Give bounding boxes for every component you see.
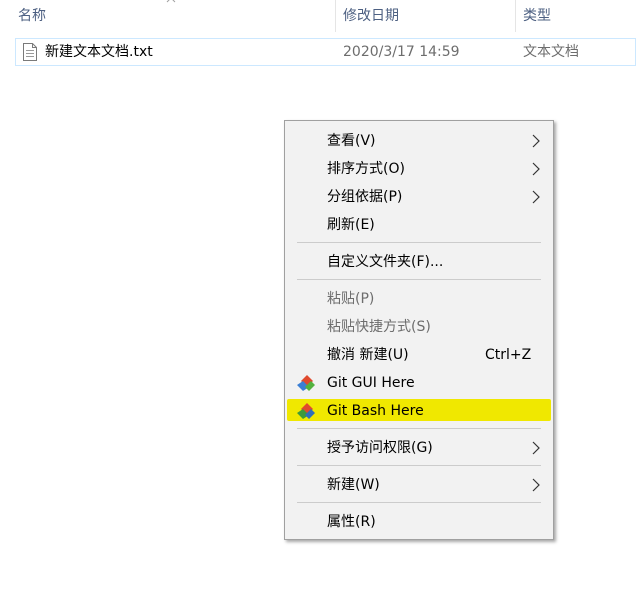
menu-item-properties[interactable]: 属性(R) [285, 508, 553, 536]
menu-separator [297, 279, 541, 280]
menu-item-label: 属性(R) [327, 514, 376, 530]
menu-item-label: Git Bash Here [327, 403, 424, 419]
menu-item-group-by[interactable]: 分组依据(P) [285, 183, 553, 211]
submenu-arrow-icon [532, 190, 540, 204]
menu-separator [297, 242, 541, 243]
menu-item-label: 新建(W) [327, 477, 380, 493]
file-type: 文本文档 [523, 44, 579, 60]
git-bash-icon [297, 403, 315, 419]
menu-item-label: 分组依据(P) [327, 189, 403, 205]
menu-item-label: 查看(V) [327, 133, 376, 149]
menu-separator [297, 502, 541, 503]
menu-item-label: 授予访问权限(G) [327, 440, 433, 456]
menu-item-paste-shortcut[interactable]: 粘贴快捷方式(S) [285, 313, 553, 341]
sort-ascending-icon [166, 0, 176, 3]
menu-item-git-gui-here[interactable]: Git GUI Here [285, 369, 553, 397]
column-divider[interactable] [515, 0, 516, 32]
text-document-icon [23, 43, 37, 61]
menu-item-label: 排序方式(O) [327, 161, 405, 177]
column-divider[interactable] [335, 0, 336, 32]
menu-item-undo-new[interactable]: 撤消 新建(U) Ctrl+Z [285, 341, 553, 369]
git-gui-icon [297, 375, 315, 391]
column-name-header[interactable]: 名称 [18, 0, 46, 32]
submenu-arrow-icon [532, 134, 540, 148]
file-name: 新建文本文档.txt [45, 44, 153, 60]
column-header: 名称 修改日期 类型 [0, 0, 636, 32]
submenu-arrow-icon [532, 441, 540, 455]
menu-item-sort-by[interactable]: 排序方式(O) [285, 155, 553, 183]
menu-item-shortcut: Ctrl+Z [485, 347, 532, 363]
menu-item-new[interactable]: 新建(W) [285, 471, 553, 499]
menu-item-view[interactable]: 查看(V) [285, 127, 553, 155]
menu-item-label: 粘贴(P) [327, 291, 375, 307]
menu-item-git-bash-here[interactable]: Git Bash Here [285, 397, 553, 425]
context-menu: 查看(V) 排序方式(O) 分组依据(P) 刷新(E) 自定义文件夹(F)...… [284, 120, 554, 540]
menu-item-paste[interactable]: 粘贴(P) [285, 285, 553, 313]
menu-item-customize-folder[interactable]: 自定义文件夹(F)... [285, 248, 553, 276]
menu-item-label: 撤消 新建(U) [327, 347, 409, 363]
submenu-arrow-icon [532, 162, 540, 176]
file-row[interactable]: 新建文本文档.txt 2020/3/17 14:59 文本文档 [15, 38, 636, 66]
menu-item-label: 刷新(E) [327, 217, 375, 233]
column-type-header[interactable]: 类型 [523, 0, 551, 32]
menu-item-label: 粘贴快捷方式(S) [327, 319, 431, 335]
menu-separator [297, 428, 541, 429]
menu-item-refresh[interactable]: 刷新(E) [285, 211, 553, 239]
menu-item-label: Git GUI Here [327, 375, 415, 391]
menu-separator [297, 465, 541, 466]
menu-item-label: 自定义文件夹(F)... [327, 254, 444, 270]
menu-item-grant-access[interactable]: 授予访问权限(G) [285, 434, 553, 462]
file-modified-date: 2020/3/17 14:59 [343, 44, 460, 60]
submenu-arrow-icon [532, 478, 540, 492]
column-date-header[interactable]: 修改日期 [343, 0, 399, 32]
